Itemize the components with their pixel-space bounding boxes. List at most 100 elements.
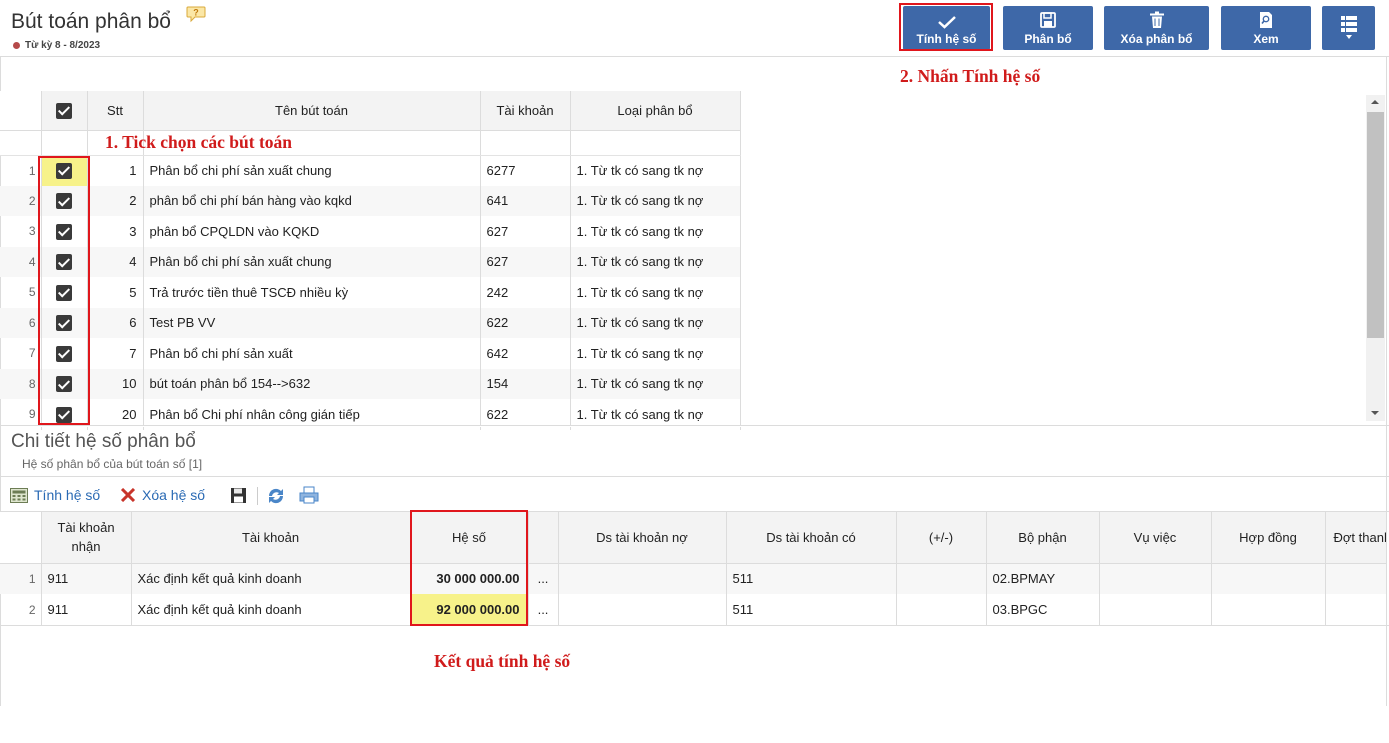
account-cell: 242 bbox=[480, 277, 571, 308]
trash-icon bbox=[1149, 11, 1164, 28]
annotation-step2: 2. Nhấn Tính hệ số bbox=[900, 66, 1041, 86]
entry-name-cell: Phân bổ chi phí sản xuất chung bbox=[143, 246, 481, 277]
more-button[interactable]: ... bbox=[528, 594, 559, 625]
menu-list-button[interactable] bbox=[1322, 6, 1375, 50]
allocation-type-cell: 1. Từ tk có sang tk nợ bbox=[570, 216, 741, 247]
row-number: 1 bbox=[0, 563, 42, 594]
entry-name-cell: Trả trước tiền thuê TSCĐ nhiều kỳ bbox=[143, 277, 481, 308]
period-text: Từ kỳ 8 - 8/2023 bbox=[25, 40, 101, 51]
filter-cell[interactable] bbox=[570, 130, 741, 156]
table-row[interactable]: 3 3 phân bổ CPQLDN vào KQKD 627 1. Từ tk… bbox=[0, 216, 741, 247]
table-row[interactable]: 1 911 Xác định kết quả kinh doanh 30 000… bbox=[0, 563, 1386, 594]
period-dot-icon bbox=[13, 42, 20, 49]
table-row[interactable]: 8 10 bút toán phân bổ 154-->632 154 1. T… bbox=[0, 368, 741, 399]
table-row[interactable]: 6 6 Test PB VV 622 1. Từ tk có sang tk n… bbox=[0, 307, 741, 338]
save-disk-icon[interactable] bbox=[230, 487, 247, 504]
table-row[interactable]: 2 911 Xác định kết quả kinh doanh 92 000… bbox=[0, 594, 1386, 625]
delete-coefficient-tool[interactable]: Xóa hệ số bbox=[120, 487, 205, 503]
stt-cell: 2 bbox=[87, 185, 144, 216]
table-row[interactable]: 1 1 Phân bổ chi phí sản xuất chung 6277 … bbox=[0, 155, 741, 186]
page-title: Bút toán phân bổ bbox=[11, 10, 171, 33]
help-bubble-icon[interactable]: ? bbox=[186, 6, 206, 23]
row-number: 4 bbox=[0, 246, 42, 277]
table-row[interactable]: 5 5 Trả trước tiền thuê TSCĐ nhiều kỳ 24… bbox=[0, 277, 741, 308]
account-name-cell: Xác định kết quả kinh doanh bbox=[131, 563, 411, 594]
recv-account-cell: 911 bbox=[41, 594, 132, 625]
allocation-type-header: Loại phân bổ bbox=[570, 91, 741, 131]
debit-list-cell[interactable] bbox=[558, 594, 727, 625]
account-header: Tài khoản bbox=[480, 91, 571, 131]
print-icon[interactable] bbox=[299, 486, 319, 504]
select-all-checkbox[interactable] bbox=[56, 102, 72, 119]
plusminus-cell[interactable] bbox=[896, 594, 987, 625]
filter-cell[interactable] bbox=[41, 130, 88, 156]
search-doc-icon bbox=[1260, 12, 1272, 28]
table-row[interactable]: 4 4 Phân bổ chi phí sản xuất chung 627 1… bbox=[0, 246, 741, 277]
allocate-button[interactable]: Phân bổ bbox=[1003, 6, 1093, 50]
contract-header: Hợp đồng bbox=[1211, 512, 1326, 564]
calc-coefficient-tool[interactable]: Tính hệ số bbox=[10, 487, 100, 503]
stt-cell: 10 bbox=[87, 368, 144, 399]
entry-name-header: Tên bút toán bbox=[143, 91, 481, 131]
account-name-cell: Xác định kết quả kinh doanh bbox=[131, 594, 411, 625]
save-icon bbox=[1040, 12, 1056, 28]
plusminus-cell[interactable] bbox=[896, 563, 987, 594]
batch-cell[interactable] bbox=[1325, 563, 1386, 594]
account-cell: 6277 bbox=[480, 155, 571, 186]
row-number: 2 bbox=[0, 185, 42, 216]
stt-cell: 1 bbox=[87, 155, 144, 186]
account-cell: 154 bbox=[480, 368, 571, 399]
entry-name-cell: Phân bổ chi phí sản xuất bbox=[143, 338, 481, 369]
select-all-header[interactable] bbox=[41, 91, 88, 131]
account-cell: 627 bbox=[480, 246, 571, 277]
delete-allocation-label: Xóa phân bổ bbox=[1120, 32, 1193, 46]
allocation-type-cell: 1. Từ tk có sang tk nợ bbox=[570, 155, 741, 186]
contract-cell[interactable] bbox=[1211, 594, 1326, 625]
filter-cell[interactable] bbox=[480, 130, 571, 156]
annotation-step1: 1. Tick chọn các bút toán bbox=[105, 132, 293, 152]
recv-account-cell: 911 bbox=[41, 563, 132, 594]
account-cell: 627 bbox=[480, 216, 571, 247]
table-row[interactable]: 2 2 phân bổ chi phí bán hàng vào kqkd 64… bbox=[0, 185, 741, 216]
entry-name-cell: Test PB VV bbox=[143, 307, 481, 338]
debit-list-cell[interactable] bbox=[558, 563, 727, 594]
case-cell[interactable] bbox=[1099, 594, 1212, 625]
scroll-down-icon[interactable] bbox=[1370, 410, 1380, 416]
stt-cell: 3 bbox=[87, 216, 144, 247]
more-button[interactable]: ... bbox=[528, 563, 559, 594]
allocation-type-cell: 1. Từ tk có sang tk nợ bbox=[570, 277, 741, 308]
row-number: 1 bbox=[0, 155, 42, 186]
allocation-type-cell: 1. Từ tk có sang tk nợ bbox=[570, 368, 741, 399]
calc-coefficient-tool-label: Tính hệ số bbox=[34, 487, 101, 503]
stt-cell: 4 bbox=[87, 246, 144, 277]
view-label: Xem bbox=[1253, 32, 1279, 46]
entry-name-cell: phân bổ chi phí bán hàng vào kqkd bbox=[143, 185, 481, 216]
calculator-icon bbox=[10, 487, 28, 503]
coefficient-grid: Tài khoản nhận Tài khoản Hệ số Ds tài kh… bbox=[0, 512, 1386, 625]
table-row[interactable]: 7 7 Phân bổ chi phí sản xuất 642 1. Từ t… bbox=[0, 338, 741, 369]
detail-title: Chi tiết hệ số phân bổ bbox=[11, 431, 196, 452]
delete-allocation-button[interactable]: Xóa phân bổ bbox=[1104, 6, 1209, 50]
stt-cell: 5 bbox=[87, 277, 144, 308]
contract-cell[interactable] bbox=[1211, 563, 1326, 594]
row-number: 2 bbox=[0, 594, 42, 625]
row-number-header bbox=[0, 91, 42, 131]
entry-name-cell: phân bổ CPQLDN vào KQKD bbox=[143, 216, 481, 247]
case-cell[interactable] bbox=[1099, 563, 1212, 594]
batch-header: Đợt thanh bbox=[1325, 512, 1386, 564]
menu-list-icon bbox=[1340, 15, 1357, 39]
allocate-label: Phân bổ bbox=[1024, 32, 1072, 46]
batch-cell[interactable] bbox=[1325, 594, 1386, 625]
department-cell[interactable]: 02.BPMAY bbox=[986, 563, 1100, 594]
refresh-icon[interactable] bbox=[266, 487, 286, 505]
annotation-result: Kết quả tính hệ số bbox=[434, 651, 571, 671]
entries-scrollbar-thumb[interactable] bbox=[1367, 112, 1384, 338]
credit-list-cell[interactable]: 511 bbox=[726, 594, 897, 625]
department-cell[interactable]: 03.BPGC bbox=[986, 594, 1100, 625]
view-button[interactable]: Xem bbox=[1221, 6, 1311, 50]
scroll-up-icon[interactable] bbox=[1370, 99, 1380, 105]
entry-name-cell: bút toán phân bổ 154-->632 bbox=[143, 368, 481, 399]
credit-list-cell[interactable]: 511 bbox=[726, 563, 897, 594]
delete-coefficient-tool-label: Xóa hệ số bbox=[142, 487, 206, 503]
plusminus-header: (+/-) bbox=[896, 512, 987, 564]
